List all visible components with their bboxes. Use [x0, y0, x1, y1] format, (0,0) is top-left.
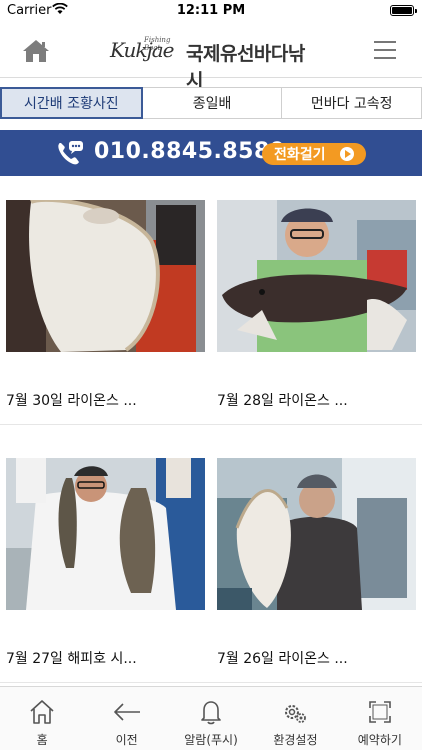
back-arrow-icon: [113, 703, 140, 721]
bell-icon: [201, 701, 221, 725]
tabbar-alarm[interactable]: 알람(푸시): [169, 687, 253, 750]
tabbar-reservation-label: 예약하기: [357, 733, 402, 747]
logo-script-text: Kukjae: [110, 38, 174, 62]
tabbar-settings[interactable]: 환경설정: [253, 687, 337, 750]
tab-offshore-speedboat[interactable]: 먼바다 고속정: [282, 87, 422, 119]
tabbar-back[interactable]: 이전: [84, 687, 168, 750]
battery-icon: [390, 5, 417, 16]
post-photo[interactable]: [217, 458, 416, 610]
tabbar-settings-label: 환경설정: [273, 733, 318, 747]
row-divider: [0, 682, 422, 683]
tabbar-reservation[interactable]: 예약하기: [338, 687, 422, 750]
bottom-tab-bar: 홈 이전 알람(푸시) 환경설정 예약하기: [0, 686, 422, 750]
phone-number: 010.8845.8589: [94, 139, 286, 164]
tabbar-home[interactable]: 홈: [0, 687, 84, 750]
tabbar-back-label: 이전: [115, 733, 138, 747]
phone-banner[interactable]: 010.8845.8589 전화걸기: [0, 130, 422, 176]
status-bar: Carrier 12:11 PM: [0, 0, 422, 22]
app-header: Fishing Boat Kukjae 국제유선바다낚시: [0, 22, 422, 92]
hamburger-menu-icon[interactable]: [374, 41, 396, 59]
call-button-label: 전화걸기: [274, 147, 326, 163]
row-divider: [0, 424, 422, 425]
tab-hourly-boat-photos[interactable]: 시간배 조황사진: [0, 87, 143, 119]
gears-icon: [285, 705, 307, 723]
home-button[interactable]: [22, 39, 50, 63]
call-button[interactable]: 전화걸기: [262, 143, 366, 165]
clock: 12:11 PM: [176, 3, 246, 18]
category-tabs: 시간배 조황사진 종일배 먼바다 고속정: [0, 87, 422, 119]
phone-chat-icon: [58, 141, 83, 165]
post-photo[interactable]: [6, 200, 205, 352]
tab-all-day-boat[interactable]: 종일배: [142, 87, 283, 119]
logo-mark: Fishing Boat Kukjae: [110, 36, 182, 66]
photo-gallery: 7월 30일 라이온스 ... 7월 28일 라이온스 ... 7월 27일 해…: [0, 176, 422, 686]
tabbar-home-label: 홈: [36, 733, 48, 747]
expand-frame-icon: [369, 701, 391, 723]
post-caption[interactable]: 7월 30일 라이온스 ...: [6, 390, 137, 410]
app-title: 국제유선바다낚시: [186, 43, 305, 92]
post-caption[interactable]: 7월 27일 해피호 시...: [6, 648, 137, 668]
home-icon: [30, 700, 54, 724]
post-caption[interactable]: 7월 28일 라이온스 ...: [217, 390, 348, 410]
tabbar-alarm-label: 알람(푸시): [184, 733, 238, 747]
brand-logo: Fishing Boat Kukjae 국제유선바다낚시: [110, 36, 320, 92]
post-photo[interactable]: [217, 200, 416, 352]
play-arrow-icon: [340, 147, 354, 161]
post-caption[interactable]: 7월 26일 라이온스 ...: [217, 648, 348, 668]
post-photo[interactable]: [6, 458, 205, 610]
